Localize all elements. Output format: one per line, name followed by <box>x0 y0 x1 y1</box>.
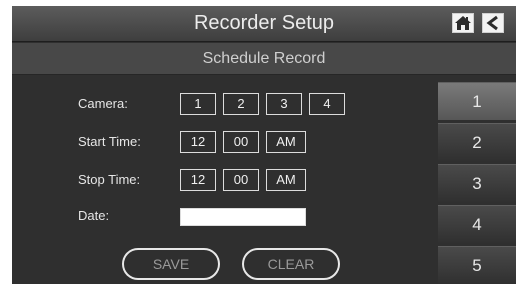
title-bar: Recorder Setup <box>12 6 516 42</box>
start-hour-field[interactable]: 12 <box>180 131 216 153</box>
stop-period-field[interactable]: AM <box>266 169 306 191</box>
start-period-field[interactable]: AM <box>266 131 306 153</box>
stop-minute-field[interactable]: 00 <box>223 169 259 191</box>
camera-option-3[interactable]: 3 <box>266 93 302 115</box>
schedule-form: Camera: 1 2 3 4 Start Time: 12 00 AM Sto… <box>12 76 436 284</box>
camera-option-2[interactable]: 2 <box>223 93 259 115</box>
page-title: Recorder Setup <box>193 12 335 34</box>
save-button[interactable]: SAVE <box>122 248 220 280</box>
date-label: Date: <box>78 208 110 223</box>
side-item-4[interactable]: 4 <box>438 205 516 243</box>
home-icon <box>455 16 471 30</box>
side-item-2[interactable]: 2 <box>438 123 516 161</box>
camera-option-4[interactable]: 4 <box>309 93 345 115</box>
stop-hour-field[interactable]: 12 <box>180 169 216 191</box>
home-button[interactable] <box>452 13 474 33</box>
start-minute-field[interactable]: 00 <box>223 131 259 153</box>
back-button[interactable] <box>482 13 504 33</box>
date-field[interactable] <box>180 208 306 226</box>
recorder-screen: Recorder Setup Schedule Record Camera: 1… <box>12 6 516 284</box>
camera-option-1[interactable]: 1 <box>180 93 216 115</box>
camera-side-menu: 1 2 3 4 5 <box>438 82 516 284</box>
start-time-label: Start Time: <box>78 134 141 149</box>
side-item-1[interactable]: 1 <box>438 82 516 120</box>
back-arrow-icon <box>486 15 498 31</box>
section-title: Schedule Record <box>202 50 326 67</box>
side-item-5[interactable]: 5 <box>438 246 516 284</box>
side-item-3[interactable]: 3 <box>438 164 516 202</box>
stop-time-label: Stop Time: <box>78 172 141 187</box>
clear-button[interactable]: CLEAR <box>242 248 340 280</box>
subtitle-bar: Schedule Record <box>12 43 516 75</box>
camera-label: Camera: <box>78 96 128 111</box>
